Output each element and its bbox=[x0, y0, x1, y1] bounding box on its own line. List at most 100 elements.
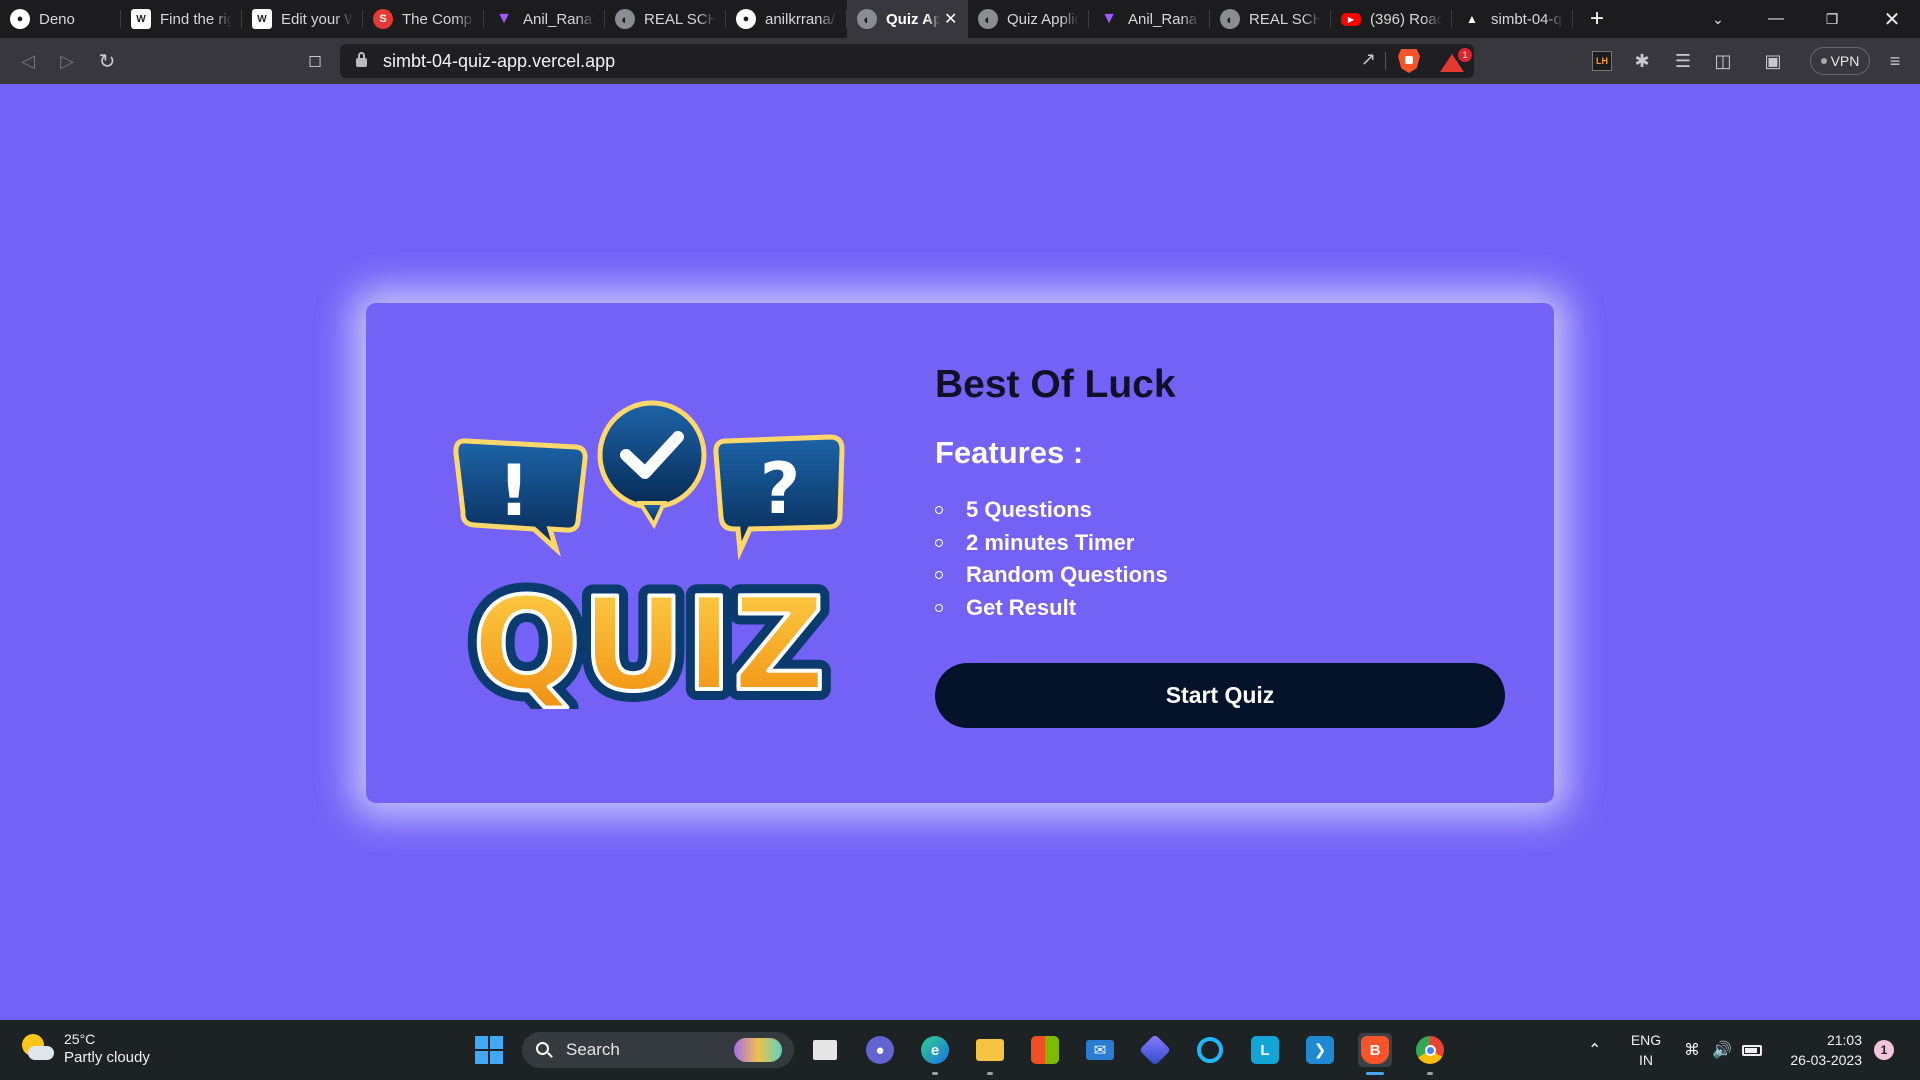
s-icon: S bbox=[373, 9, 393, 29]
battery-icon[interactable] bbox=[1742, 1020, 1762, 1080]
quiz-logo-text: QUIZ bbox=[472, 571, 825, 709]
address-bar[interactable]: simbt-04-quiz-app.vercel.app ↗ 1 bbox=[340, 44, 1474, 78]
reload-button[interactable]: ↻ bbox=[92, 46, 122, 76]
question-bubble-icon: ? bbox=[713, 434, 845, 561]
page-title: Best Of Luck bbox=[935, 363, 1176, 406]
check-bubble-icon bbox=[597, 400, 707, 530]
tab-strip: ● Deno W Find the rig W Edit your W S The Compo… bbox=[0, 0, 1920, 38]
globe-icon: ◐ bbox=[1220, 9, 1240, 29]
github-icon: ● bbox=[10, 9, 30, 29]
brave-browser-icon[interactable]: B bbox=[1358, 1033, 1392, 1075]
tab-title: Anil_Rana's bbox=[1128, 10, 1200, 28]
browser-tab[interactable]: ▼ Anil_Rana's bbox=[1089, 0, 1210, 38]
browser-tab[interactable]: ▲ simbt-04-q bbox=[1452, 0, 1573, 38]
chrome-icon[interactable] bbox=[1413, 1033, 1447, 1075]
weather-widget[interactable]: 25°C Partly cloudy bbox=[20, 1030, 150, 1068]
weather-condition: Partly cloudy bbox=[64, 1049, 150, 1066]
tab-title: Edit your W bbox=[281, 10, 353, 28]
browser-tab[interactable]: ◐ REAL SCHO bbox=[605, 0, 726, 38]
wallet-icon[interactable]: ▣ bbox=[1758, 46, 1788, 76]
exclamation-bubble-icon: ! bbox=[453, 438, 588, 557]
l-app-icon[interactable]: L bbox=[1248, 1033, 1282, 1067]
close-tab-icon[interactable]: ✕ bbox=[944, 9, 958, 29]
vpn-label: VPN bbox=[1830, 53, 1860, 69]
browser-tab[interactable]: W Edit your W bbox=[242, 0, 363, 38]
minimize-button[interactable]: — bbox=[1748, 0, 1804, 38]
playlist-icon[interactable]: ☰ bbox=[1668, 46, 1698, 76]
power-automate-icon[interactable] bbox=[1138, 1033, 1172, 1067]
volume-icon[interactable]: 🔊 bbox=[1712, 1020, 1732, 1080]
vercel-icon: ▲ bbox=[1466, 12, 1478, 26]
vscode-icon[interactable]: ❯ bbox=[1303, 1033, 1337, 1067]
brave-rewards-icon[interactable]: 1 bbox=[1440, 48, 1472, 72]
menu-icon[interactable]: ≡ bbox=[1880, 46, 1910, 76]
browser-tab[interactable]: ▶ (396) Road bbox=[1331, 0, 1452, 38]
forward-button[interactable]: ▷ bbox=[52, 46, 82, 76]
clock-date: 26-03-2023 bbox=[1790, 1052, 1862, 1068]
system-clock[interactable]: 21:03 26-03-2023 bbox=[1780, 1030, 1862, 1070]
restore-button[interactable]: ❐ bbox=[1804, 0, 1860, 38]
browser-tab[interactable]: S The Compo bbox=[363, 0, 484, 38]
browser-tab[interactable]: ◐ Quiz Ap ✕ bbox=[847, 0, 968, 38]
taskbar-search[interactable]: Search bbox=[522, 1032, 794, 1068]
notification-badge[interactable]: 1 bbox=[1874, 1040, 1894, 1060]
youtube-icon: ▶ bbox=[1341, 12, 1361, 26]
share-icon[interactable]: ↗ bbox=[1361, 49, 1376, 70]
brave-shields-icon[interactable] bbox=[1398, 49, 1420, 73]
weather-temp: 25°C bbox=[64, 1031, 96, 1047]
omnibox-divider bbox=[1385, 52, 1386, 70]
vite-icon: ▼ bbox=[496, 10, 512, 27]
file-explorer-icon[interactable] bbox=[973, 1033, 1007, 1075]
extension-lh-icon[interactable]: LH bbox=[1592, 51, 1612, 71]
show-hidden-icons[interactable]: ⌃ bbox=[1588, 1020, 1601, 1080]
search-icon bbox=[536, 1042, 553, 1058]
browser-toolbar: ◁ ▷ ↻ ◻ simbt-04-quiz-app.vercel.app ↗ 1… bbox=[0, 38, 1920, 84]
tab-search-chevron-icon[interactable]: ⌄ bbox=[1690, 0, 1746, 38]
lock-icon bbox=[356, 52, 367, 68]
search-highlight-icon bbox=[734, 1038, 782, 1062]
browser-tab[interactable]: ◐ REAL SCHO bbox=[1210, 0, 1331, 38]
quiz-logo: ! ? QUIZ QUIZ bbox=[453, 400, 845, 709]
clock-time: 21:03 bbox=[1826, 1032, 1862, 1048]
start-button[interactable] bbox=[472, 1033, 506, 1067]
language-line-2: IN bbox=[1639, 1052, 1653, 1068]
partly-cloudy-icon bbox=[20, 1032, 54, 1066]
language-line-1: ENG bbox=[1630, 1032, 1662, 1048]
tab-title: simbt-04-q bbox=[1491, 10, 1562, 28]
windows-logo-icon bbox=[475, 1036, 503, 1064]
vite-icon: ▼ bbox=[1101, 10, 1117, 27]
cortana-icon[interactable] bbox=[1193, 1033, 1227, 1067]
language-indicator[interactable]: ENG IN bbox=[1626, 1030, 1666, 1070]
tab-title: Anil_Rana's bbox=[523, 10, 595, 28]
feature-item: 2 minutes Timer bbox=[935, 527, 1505, 560]
tab-title: Quiz Ap bbox=[886, 10, 940, 28]
teams-chat-icon[interactable]: ● bbox=[863, 1033, 897, 1067]
microsoft-store-icon[interactable] bbox=[1028, 1033, 1062, 1067]
new-tab-button[interactable]: + bbox=[1577, 0, 1617, 38]
browser-tab[interactable]: W Find the rig bbox=[121, 0, 242, 38]
task-view-button[interactable] bbox=[808, 1033, 842, 1067]
rewards-badge: 1 bbox=[1458, 48, 1472, 62]
browser-tab[interactable]: ▼ Anil_Rana's bbox=[484, 0, 605, 38]
start-quiz-button[interactable]: Start Quiz bbox=[935, 663, 1505, 728]
browser-tab[interactable]: ● Deno bbox=[0, 0, 121, 38]
url-text[interactable]: simbt-04-quiz-app.vercel.app bbox=[383, 51, 615, 72]
svg-text:?: ? bbox=[760, 448, 801, 530]
vpn-button[interactable]: VPN bbox=[1810, 47, 1870, 75]
edge-icon[interactable]: e bbox=[918, 1033, 952, 1075]
bookmark-icon[interactable]: ◻ bbox=[300, 46, 330, 76]
windows-taskbar: 25°C Partly cloudy Search ● e ✉ L ❯ B ⌃ … bbox=[0, 1020, 1920, 1080]
browser-tab[interactable]: ◐ Quiz Applic bbox=[968, 0, 1089, 38]
feature-item: Random Questions bbox=[935, 559, 1505, 592]
sidebar-toggle-icon[interactable]: ◫ bbox=[1708, 46, 1738, 76]
back-button[interactable]: ◁ bbox=[13, 46, 43, 76]
wiki-icon: W bbox=[252, 9, 272, 29]
extensions-puzzle-icon[interactable]: ✱ bbox=[1627, 46, 1657, 76]
features-title: Features : bbox=[935, 435, 1084, 470]
wiki-icon: W bbox=[131, 9, 151, 29]
wifi-icon[interactable]: ⌘ bbox=[1684, 1020, 1700, 1080]
browser-tab[interactable]: ● anilkrrana/S bbox=[726, 0, 847, 38]
mail-icon[interactable]: ✉ bbox=[1083, 1033, 1117, 1067]
close-window-button[interactable]: ✕ bbox=[1864, 0, 1920, 38]
tab-title: (396) Road bbox=[1370, 10, 1442, 28]
